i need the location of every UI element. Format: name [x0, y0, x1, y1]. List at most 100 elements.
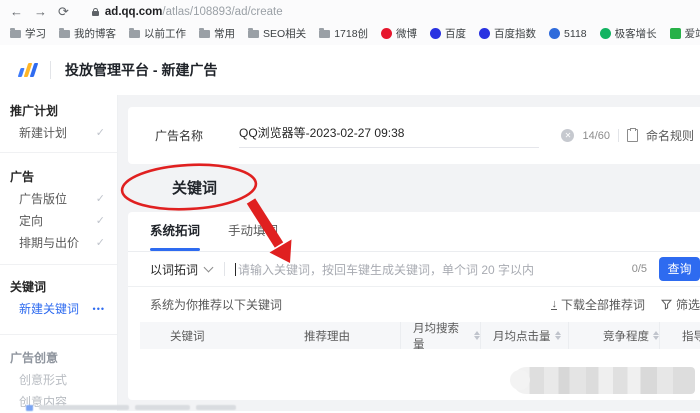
sidebar-item-广告版位[interactable]: 广告版位✓: [0, 188, 117, 210]
sidebar-divider: [0, 152, 117, 153]
forward-icon[interactable]: →: [34, 5, 47, 18]
bookmark-微博[interactable]: 微博: [376, 26, 422, 41]
search-button[interactable]: 查询: [659, 257, 700, 281]
sidebar-item-新建关键词[interactable]: 新建关键词 •••: [0, 298, 117, 320]
ad-name-input[interactable]: QQ浏览器等-2023-02-27 09:38: [239, 124, 539, 148]
folder-icon: [59, 30, 70, 38]
column-header-月均点击量[interactable]: 月均点击量: [480, 322, 568, 349]
bookmark-我的博客[interactable]: 我的博客: [54, 26, 121, 41]
sidebar-item-label: 新建关键词: [19, 298, 79, 320]
ad-name-card: 广告名称 QQ浏览器等-2023-02-27 09:38 ✕ 14/60 命名规…: [128, 107, 700, 164]
chevron-down-icon[interactable]: [204, 263, 214, 273]
check-icon: ✓: [96, 188, 105, 210]
header-divider: [50, 61, 51, 79]
bookmarks-bar: 学习 我的博客 以前工作 常用 SEO相关 1718创 微博百度 百度指数 5118 极客增长爱站…: [0, 23, 700, 44]
tencent-ads-logo-icon: [18, 63, 39, 77]
column-header-指导价[interactable]: 指导价: [659, 322, 700, 349]
url-text: ad.qq.com/atlas/108893/ad/create: [105, 6, 283, 18]
keyword-table-header: 关键词推荐理由月均搜索量 月均点击量 竞争程度指导价: [140, 322, 700, 349]
tab-系统拓词[interactable]: 系统拓词: [150, 212, 200, 251]
baidu-index-favicon-icon: [479, 28, 490, 39]
bookmark-label: 学习: [25, 26, 46, 41]
ad-name-label: 广告名称: [155, 127, 203, 144]
step-sidebar: 推广计划新建计划✓广告广告版位✓定向✓排期与出价✓关键词新建关键词•••广告创意…: [0, 95, 118, 411]
app-header: 投放管理平台 - 新建广告: [0, 45, 700, 95]
bookmark-label: 以前工作: [144, 26, 186, 41]
weibo-favicon-icon: [381, 28, 392, 39]
column-header-推荐理由: 推荐理由: [292, 322, 400, 349]
bookmark-label: 5118: [564, 28, 587, 40]
naming-rule-icon: [627, 129, 638, 142]
sidebar-divider: [0, 264, 117, 265]
browser-chrome: ← → ⟳ ad.qq.com/atlas/108893/ad/create 学…: [0, 0, 700, 46]
download-icon: ↓: [551, 299, 557, 310]
clear-input-icon[interactable]: ✕: [561, 129, 574, 142]
folder-icon: [10, 30, 21, 38]
download-all-label: 下载全部推荐词: [561, 296, 645, 313]
column-label: 月均搜索量: [413, 320, 470, 352]
sidebar-item-label: 新建计划: [19, 122, 67, 144]
column-label: 月均点击量: [493, 328, 551, 344]
sidebar-item-定向[interactable]: 定向✓: [0, 210, 117, 232]
bookmark-label: 常用: [214, 26, 235, 41]
5118-favicon-icon: [549, 28, 560, 39]
lock-icon: [92, 11, 99, 16]
baidu-favicon-icon: [430, 28, 441, 39]
bookmark-极客增长[interactable]: 极客增长: [595, 26, 662, 41]
reload-icon[interactable]: ⟳: [58, 5, 69, 18]
folder-icon: [319, 30, 330, 38]
screenshot-root: ← → ⟳ ad.qq.com/atlas/108893/ad/create 学…: [0, 0, 700, 411]
filter-button[interactable]: 筛选: [661, 296, 700, 313]
clipped-bottom-row: [26, 404, 236, 411]
more-dots-icon[interactable]: •••: [93, 298, 105, 320]
address-bar[interactable]: ad.qq.com/atlas/108893/ad/create: [92, 6, 283, 18]
bookmark-学习[interactable]: 学习: [5, 26, 51, 41]
bookmark-SEO相关[interactable]: SEO相关: [243, 26, 311, 41]
check-icon: ✓: [96, 232, 105, 254]
sidebar-section-关键词: 关键词: [0, 276, 117, 298]
text-caret: [235, 263, 236, 276]
sidebar-item-新建计划[interactable]: 新建计划 ✓: [0, 122, 117, 144]
download-all-button[interactable]: ↓ 下载全部推荐词: [551, 296, 645, 313]
column-header-月均搜索量[interactable]: 月均搜索量: [400, 322, 480, 349]
sidebar-item-创意形式[interactable]: 创意形式: [0, 369, 117, 391]
bookmark-label: 极客增长: [615, 26, 657, 41]
bookmark-label: 百度指数: [494, 26, 536, 41]
bookmark-label: 微博: [396, 26, 417, 41]
expand-mode-select[interactable]: 以词拓词: [150, 261, 198, 278]
main-content: 广告名称 QQ浏览器等-2023-02-27 09:38 ✕ 14/60 命名规…: [118, 95, 700, 411]
bookmark-label: 我的博客: [74, 26, 116, 41]
column-header-竞争程度[interactable]: 竞争程度: [568, 322, 659, 349]
sidebar-divider: [0, 334, 117, 335]
bookmark-以前工作[interactable]: 以前工作: [124, 26, 191, 41]
aizhan-favicon-icon: [670, 28, 681, 39]
sidebar-item-排期与出价[interactable]: 排期与出价 ✓: [0, 232, 117, 254]
column-header-关键词: 关键词: [140, 322, 292, 349]
folder-icon: [199, 30, 210, 38]
blurred-watermark: [513, 367, 695, 394]
bookmark-百度[interactable]: 百度: [425, 26, 471, 41]
bookmark-1718创[interactable]: 1718创: [314, 26, 373, 41]
sidebar-section-广告: 广告: [0, 166, 117, 188]
bookmark-常用[interactable]: 常用: [194, 26, 240, 41]
funnel-icon: [661, 299, 672, 310]
sidebar-item-label: 排期与出价: [19, 232, 79, 254]
page-title: 投放管理平台 - 新建广告: [65, 60, 217, 80]
back-icon[interactable]: ←: [10, 5, 23, 18]
recommend-hint: 系统为你推荐以下关键词: [150, 296, 282, 313]
naming-rule-link[interactable]: 命名规则: [646, 127, 694, 144]
check-icon: ✓: [96, 122, 105, 144]
keyword-input[interactable]: 请输入关键词，按回车键生成关键词，单个词 20 字以内: [238, 261, 534, 278]
column-label: 竞争程度: [603, 328, 649, 344]
bookmark-百度指数[interactable]: 百度指数: [474, 26, 541, 41]
ad-name-counter: 14/60: [582, 130, 610, 142]
keyword-tabs: 系统拓词手动填词: [128, 212, 700, 252]
filter-label: 筛选: [676, 296, 700, 313]
bookmark-label: SEO相关: [263, 26, 306, 41]
bookmark-5118[interactable]: 5118: [544, 28, 592, 40]
sort-icon[interactable]: [555, 331, 561, 340]
bookmark-爱站[interactable]: 爱站: [665, 26, 700, 41]
tab-手动填词[interactable]: 手动填词: [228, 212, 278, 251]
check-icon: ✓: [96, 210, 105, 232]
browser-nav-row: ← → ⟳ ad.qq.com/atlas/108893/ad/create: [0, 0, 700, 23]
